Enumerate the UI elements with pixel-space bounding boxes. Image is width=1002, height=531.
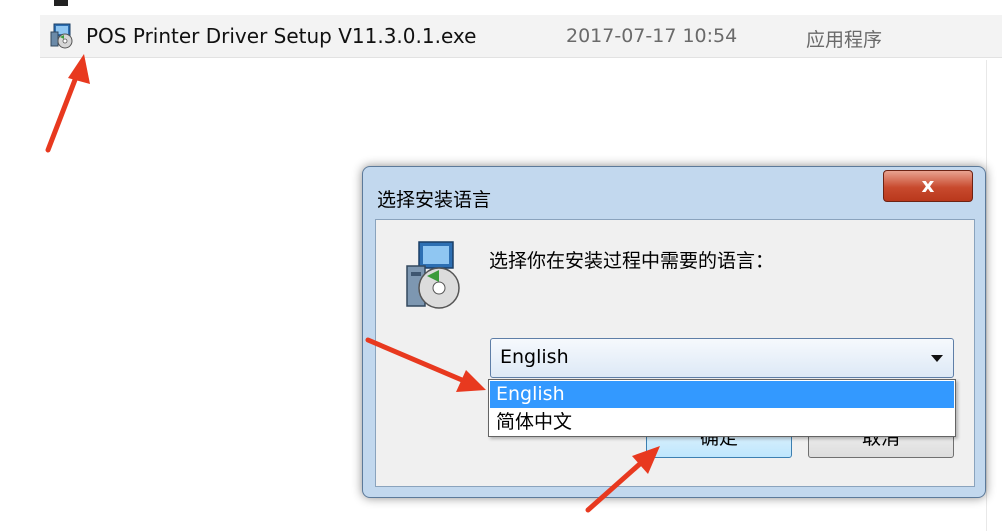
language-select[interactable]: English	[490, 338, 954, 378]
close-icon: x	[921, 173, 935, 197]
file-type: 应用程序	[806, 29, 883, 51]
language-dialog: 选择安装语言 x 选择你在安装过程中需要的语言： English 确定 取消	[362, 166, 986, 498]
top-edge-mark	[54, 0, 68, 6]
select-value: English	[500, 346, 569, 368]
top-strip	[0, 0, 1002, 12]
file-name[interactable]: POS Printer Driver Setup V11.3.0.1.exe	[86, 24, 476, 48]
language-dropdown-list: English 简体中文	[488, 379, 956, 437]
installer-icon	[50, 23, 73, 49]
chevron-down-icon[interactable]	[931, 355, 943, 362]
setup-disc-icon	[406, 241, 460, 309]
window-edge	[986, 60, 1002, 531]
language-option-chinese[interactable]: 简体中文	[490, 409, 954, 436]
dialog-title: 选择安装语言	[377, 189, 492, 211]
file-modified-date: 2017-07-17 10:54	[566, 25, 738, 47]
file-list-row[interactable]: POS Printer Driver Setup V11.3.0.1.exe 2…	[40, 15, 1002, 58]
language-option-english[interactable]: English	[490, 381, 954, 408]
dialog-prompt: 选择你在安装过程中需要的语言：	[489, 250, 775, 272]
dialog-body: 选择你在安装过程中需要的语言： English 确定 取消	[375, 219, 975, 487]
annotation-arrow-file	[45, 54, 90, 153]
close-button[interactable]: x	[883, 170, 973, 202]
